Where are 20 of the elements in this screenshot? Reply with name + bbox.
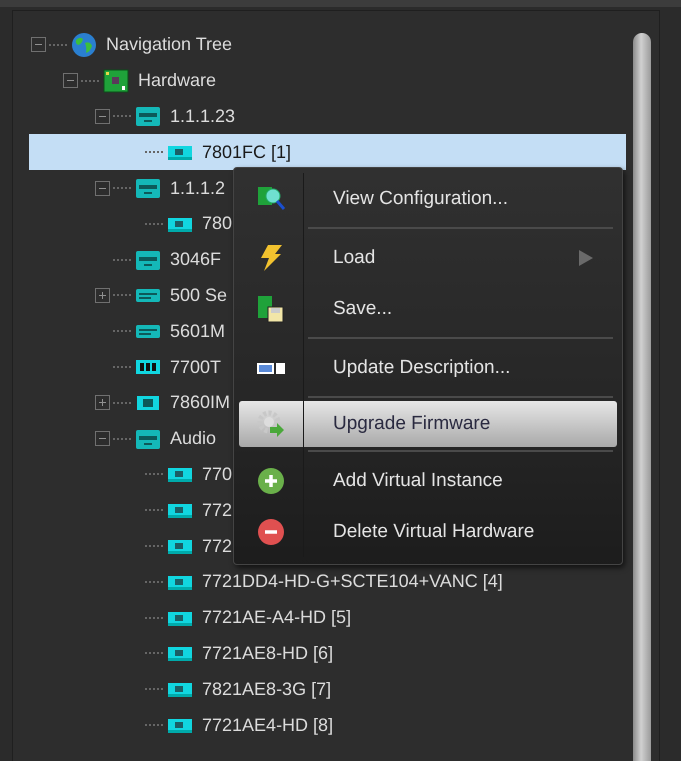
tree-item-label: Hardware [138, 70, 216, 92]
tree-item-label: 7821AE8-3G [7] [202, 678, 332, 700]
tree-item-label: 7721DD4-HD-G+SCTE104+VANC [4] [202, 571, 503, 592]
tree-item-label: 1.1.1.23 [170, 106, 236, 127]
tree-item-label: 7721AE8-HD [6] [202, 642, 334, 664]
tree-item-label: 500 Se [170, 284, 228, 306]
tree-item-label: 7721AE4-HD [8] [202, 714, 334, 736]
tree-item-label: 7700T [170, 356, 222, 378]
tree-item-label: 772 [202, 536, 232, 557]
tree-item-label: 770 [202, 464, 232, 485]
tree-item-label: Navigation Tree [106, 34, 232, 56]
tree-item-label: 5601M [170, 320, 226, 342]
tree-item-label: 7860IM [170, 392, 230, 414]
tree-item-label: 7721AE-A4-HD [5] [202, 607, 352, 628]
tree-item-label: 772 [202, 500, 232, 521]
tree-item-label: 1.1.1.2 [170, 178, 226, 199]
tree-item-label: Audio [170, 428, 216, 450]
tree-item-label: 3046F [170, 249, 222, 270]
tree-item-label: 780 [202, 213, 232, 234]
tree-item-label: 7801FC [1] [202, 142, 292, 163]
